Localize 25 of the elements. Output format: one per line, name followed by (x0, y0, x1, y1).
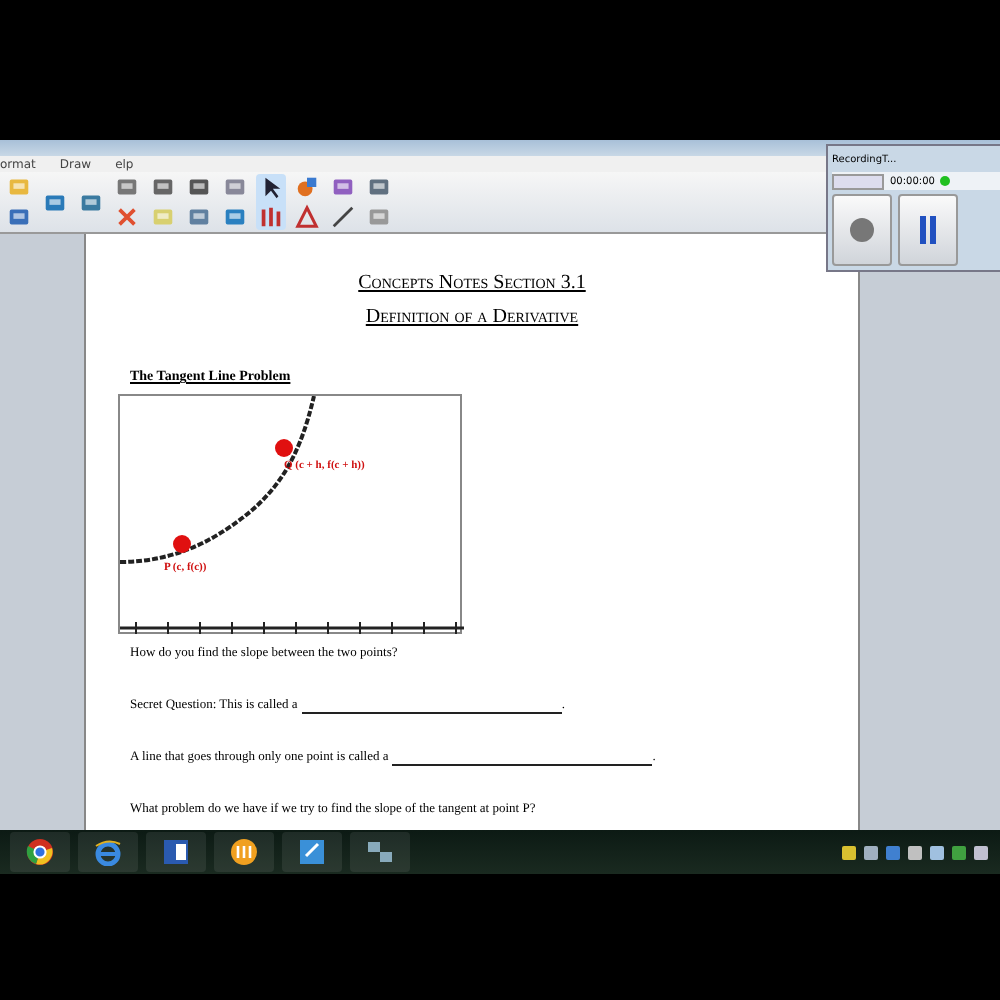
taskbar-button[interactable] (146, 832, 206, 872)
pause-button[interactable] (898, 194, 958, 266)
bars-icon[interactable] (258, 204, 284, 230)
document-subtitle: Definition of a Derivative (365, 306, 579, 328)
triangle-icon[interactable] (294, 204, 320, 230)
delete-icon[interactable] (114, 204, 140, 230)
line-icon[interactable] (330, 204, 356, 230)
taskbar-button[interactable] (214, 832, 274, 872)
record-icon (848, 216, 876, 244)
document-title: Concepts Notes Section 3.1 (358, 272, 586, 294)
network-icon (366, 838, 394, 866)
record-button[interactable] (832, 194, 892, 266)
point-marker (173, 535, 191, 553)
source-dropdown[interactable] (832, 173, 884, 189)
round-app-icon (230, 838, 258, 866)
point-marker (275, 439, 293, 457)
document-icon (162, 838, 190, 866)
status-dot (940, 176, 951, 186)
taskbar-button[interactable] (350, 832, 410, 872)
taskbar-button[interactable] (10, 832, 70, 872)
browser-icon (26, 838, 54, 866)
letter-e-icon (94, 838, 122, 866)
taskbar-button[interactable] (282, 832, 342, 872)
notebook-icon (298, 838, 326, 866)
pause-icon (918, 214, 938, 246)
